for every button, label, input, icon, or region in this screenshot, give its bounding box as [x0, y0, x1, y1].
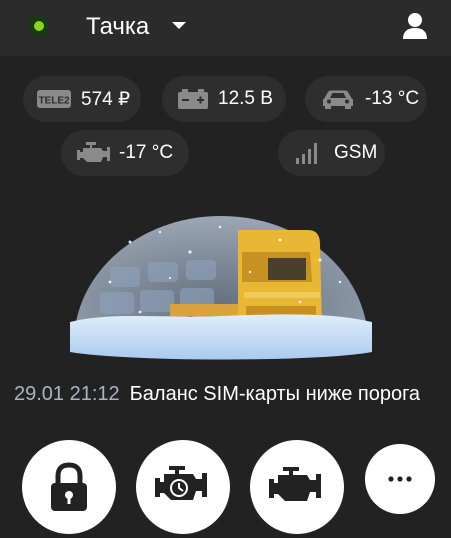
more-dots-icon: [388, 476, 412, 482]
more-button[interactable]: [365, 444, 435, 514]
engine-timer-icon: [155, 466, 207, 500]
chevron-down-icon[interactable]: [172, 22, 186, 29]
user-icon[interactable]: [402, 12, 428, 40]
signal-icon: [296, 143, 317, 164]
battery-indicator[interactable]: 12.5 В: [162, 76, 286, 122]
car-icon: [323, 90, 353, 109]
engine-timer-button[interactable]: [136, 440, 230, 534]
battery-voltage-value: 12.5 В: [218, 88, 273, 109]
battery-icon: [178, 89, 208, 109]
engine-icon: [77, 142, 110, 162]
engine-icon: [269, 467, 321, 501]
engine-start-button[interactable]: [250, 440, 344, 534]
engine-temperature-indicator[interactable]: -17 °C: [61, 130, 189, 176]
svg-text:TELE2: TELE2: [38, 96, 70, 107]
vehicle-name[interactable]: Тачка: [86, 13, 149, 41]
sim-balance-value: 574 ₽: [81, 88, 131, 110]
top-bar: Тачка: [0, 0, 451, 56]
event-message: Баланс SIM-карты ниже порога: [129, 383, 421, 405]
sim-balance-indicator[interactable]: TELE2 574 ₽: [23, 76, 141, 122]
truck-under-snow-dome-icon: [70, 216, 372, 360]
cabin-temperature-indicator[interactable]: -13 °C: [305, 76, 427, 122]
lock-button[interactable]: [22, 440, 116, 534]
last-event[interactable]: 29.01 21:12 Баланс SIM-карты ниже порога: [14, 382, 451, 406]
engine-temperature-value: -17 °C: [119, 142, 174, 163]
online-status-icon: [29, 16, 49, 36]
tele2-icon: TELE2: [37, 90, 71, 108]
gsm-signal-indicator[interactable]: GSM: [278, 130, 385, 176]
event-time: 29.01 21:12: [14, 383, 120, 405]
lock-icon: [51, 462, 87, 511]
gsm-signal-value: GSM: [334, 142, 378, 163]
cabin-temperature-value: -13 °C: [365, 88, 420, 109]
